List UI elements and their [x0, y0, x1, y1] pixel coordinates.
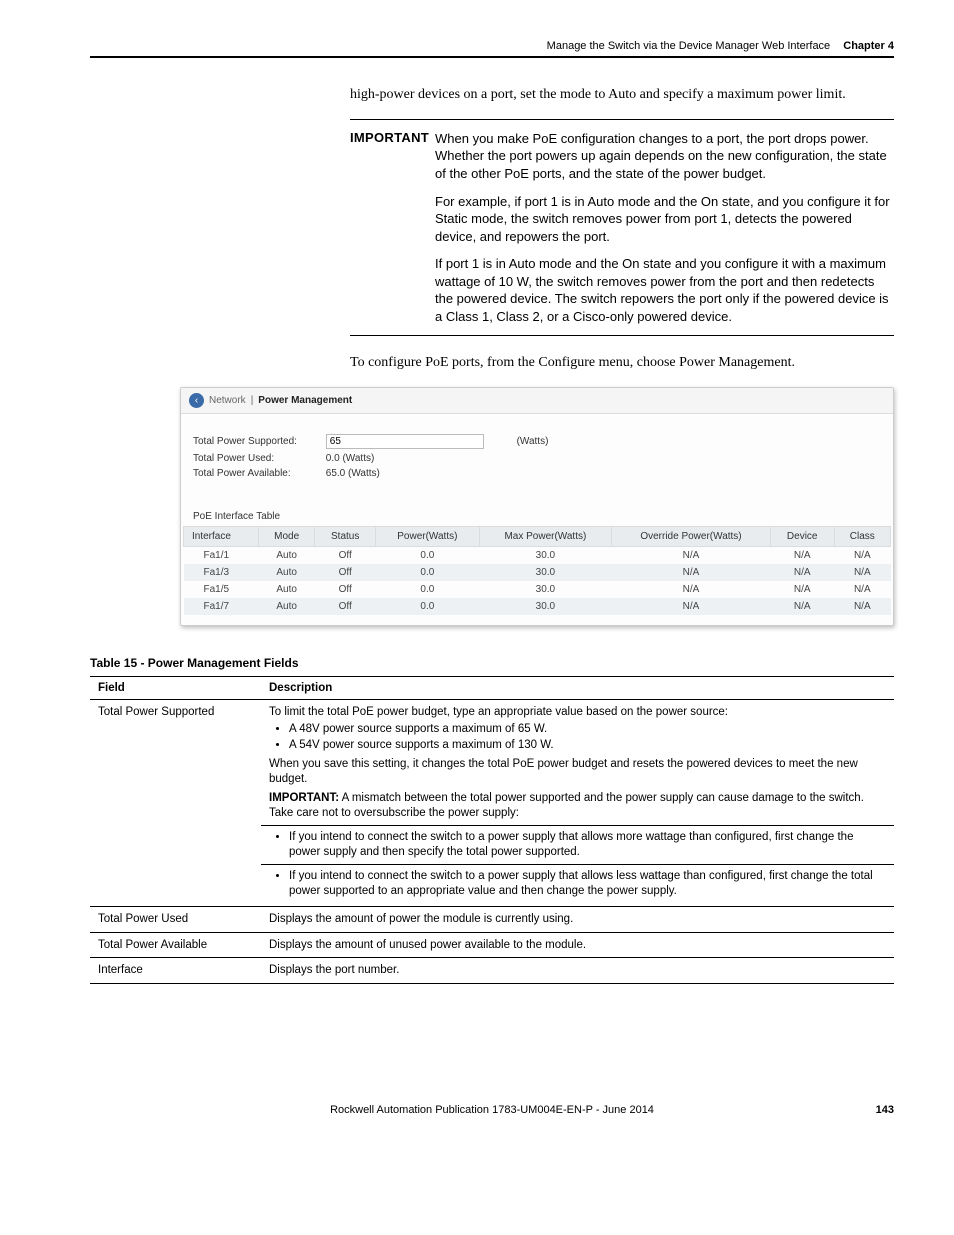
important-label: IMPORTANT: [350, 130, 435, 325]
col-class: Class: [834, 527, 890, 547]
footer-page-number: 143: [876, 1104, 894, 1116]
field-total-power-available: Total Power Available: [90, 932, 261, 958]
total-power-available-label: Total Power Available:: [193, 468, 323, 479]
table-row[interactable]: Fa1/1 Auto Off 0.0 30.0 N/A N/A N/A: [184, 547, 891, 565]
table-row[interactable]: Fa1/3 Auto Off 0.0 30.0 N/A N/A N/A: [184, 564, 891, 581]
section-title: Manage the Switch via the Device Manager…: [547, 40, 831, 52]
intro-paragraph: high-power devices on a port, set the mo…: [350, 86, 894, 105]
power-management-screenshot: ‹ Network | Power Management Total Power…: [180, 387, 894, 626]
col-max-power: Max Power(Watts): [479, 527, 612, 547]
desc-total-power-supported: To limit the total PoE power budget, typ…: [261, 700, 894, 906]
important-block: IMPORTANT When you make PoE configuratio…: [350, 119, 894, 336]
fields-head-field: Field: [90, 677, 261, 700]
field-total-power-used: Total Power Used: [90, 906, 261, 932]
total-power-used-label: Total Power Used:: [193, 453, 323, 464]
col-device: Device: [770, 527, 834, 547]
total-power-used-value: 0.0 (Watts): [326, 453, 375, 464]
important-p2: For example, if port 1 is in Auto mode a…: [435, 193, 894, 246]
total-power-supported-label: Total Power Supported:: [193, 436, 323, 447]
col-override-power: Override Power(Watts): [612, 527, 771, 547]
important-p1: When you make PoE configuration changes …: [435, 130, 894, 183]
col-power: Power(Watts): [376, 527, 480, 547]
breadcrumb-power-management: Power Management: [258, 395, 352, 406]
desc-interface: Displays the port number.: [261, 958, 894, 984]
total-power-supported-unit: (Watts): [517, 436, 549, 447]
field-total-power-supported: Total Power Supported: [90, 700, 261, 906]
breadcrumb-network[interactable]: Network: [209, 395, 246, 406]
footer-publication: Rockwell Automation Publication 1783-UM0…: [330, 1104, 654, 1116]
chapter-label: Chapter 4: [843, 40, 894, 52]
table-row[interactable]: Fa1/5 Auto Off 0.0 30.0 N/A N/A N/A: [184, 581, 891, 598]
breadcrumb-sep: |: [251, 395, 254, 406]
poe-table-heading: PoE Interface Table: [181, 491, 893, 526]
col-status: Status: [315, 527, 376, 547]
table-row[interactable]: Fa1/7 Auto Off 0.0 30.0 N/A N/A N/A: [184, 598, 891, 615]
power-management-fields-table: Field Description Total Power Supported …: [90, 676, 894, 984]
back-icon[interactable]: ‹: [189, 393, 204, 408]
desc-total-power-available: Displays the amount of unused power avai…: [261, 932, 894, 958]
power-summary: Total Power Supported: (Watts) Total Pow…: [181, 414, 893, 491]
total-power-available-value: 65.0 (Watts): [326, 468, 380, 479]
config-paragraph: To configure PoE ports, from the Configu…: [350, 354, 894, 373]
screenshot-topbar: ‹ Network | Power Management: [181, 388, 893, 414]
table15-caption: Table 15 - Power Management Fields: [90, 656, 894, 670]
desc-total-power-used: Displays the amount of power the module …: [261, 906, 894, 932]
poe-interface-table: Interface Mode Status Power(Watts) Max P…: [183, 526, 891, 615]
important-content: When you make PoE configuration changes …: [435, 130, 894, 325]
fields-head-desc: Description: [261, 677, 894, 700]
total-power-supported-input[interactable]: [326, 434, 484, 449]
field-interface: Interface: [90, 958, 261, 984]
important-p3: If port 1 is in Auto mode and the On sta…: [435, 255, 894, 325]
col-mode: Mode: [258, 527, 314, 547]
col-interface: Interface: [184, 527, 259, 547]
page-header: Manage the Switch via the Device Manager…: [90, 40, 894, 58]
page-footer: Rockwell Automation Publication 1783-UM0…: [90, 1104, 894, 1116]
